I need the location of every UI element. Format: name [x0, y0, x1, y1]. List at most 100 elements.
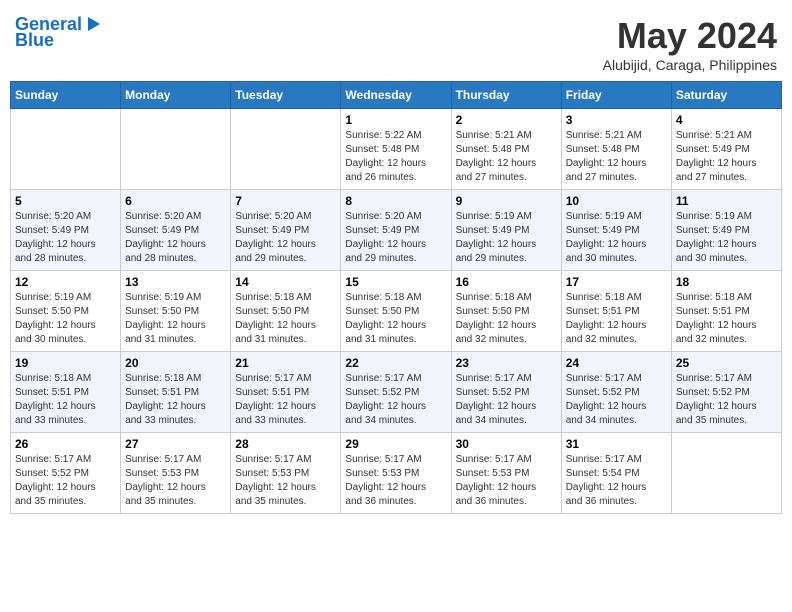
- day-number: 2: [456, 113, 557, 127]
- cell-info: Sunrise: 5:17 AMSunset: 5:52 PMDaylight:…: [566, 372, 667, 428]
- calendar-cell: 8 Sunrise: 5:20 AMSunset: 5:49 PMDaylight…: [341, 190, 451, 271]
- cell-info: Sunrise: 5:22 AMSunset: 5:48 PMDaylight:…: [345, 129, 446, 185]
- cell-info: Sunrise: 5:21 AMSunset: 5:48 PMDaylight:…: [566, 129, 667, 185]
- cell-inner: 12 Sunrise: 5:19 AMSunset: 5:50 PMDayligh…: [15, 275, 116, 347]
- cell-inner: 6 Sunrise: 5:20 AMSunset: 5:49 PMDaylight…: [125, 194, 226, 266]
- calendar-cell: 5Sunrise: 5:20 AMSunset: 5:49 PMDaylight…: [11, 190, 121, 271]
- title-block: May 2024 Alubijid, Caraga, Philippines: [603, 15, 777, 73]
- day-number: 15: [345, 275, 446, 289]
- day-header-saturday: Saturday: [671, 82, 781, 109]
- calendar-cell: 28 Sunrise: 5:17 AMSunset: 5:53 PMDayligh…: [231, 433, 341, 514]
- day-number: 27: [125, 437, 226, 451]
- day-number: 12: [15, 275, 116, 289]
- calendar-week-row: 12 Sunrise: 5:19 AMSunset: 5:50 PMDayligh…: [11, 271, 782, 352]
- cell-info: Sunrise: 5:19 AMSunset: 5:49 PMDaylight:…: [456, 210, 557, 266]
- cell-info: Sunrise: 5:18 AMSunset: 5:51 PMDaylight:…: [125, 372, 226, 428]
- calendar-cell: 7Sunrise: 5:20 AMSunset: 5:49 PMDaylight…: [231, 190, 341, 271]
- cell-inner: 24 Sunrise: 5:17 AMSunset: 5:52 PMDayligh…: [566, 356, 667, 428]
- cell-info: Sunrise: 5:19 AMSunset: 5:50 PMDaylight:…: [15, 291, 116, 347]
- calendar-cell: 29Sunrise: 5:17 AMSunset: 5:53 PMDayligh…: [341, 433, 451, 514]
- cell-info: Sunrise: 5:18 AMSunset: 5:50 PMDaylight:…: [345, 291, 446, 347]
- cell-inner: 2Sunrise: 5:21 AMSunset: 5:48 PMDaylight…: [456, 113, 557, 185]
- cell-info: Sunrise: 5:17 AMSunset: 5:52 PMDaylight:…: [456, 372, 557, 428]
- cell-info: Sunrise: 5:20 AMSunset: 5:49 PMDaylight:…: [345, 210, 446, 266]
- day-number: 6: [125, 194, 226, 208]
- day-number: 11: [676, 194, 777, 208]
- day-number: 25: [676, 356, 777, 370]
- day-number: 1: [345, 113, 446, 127]
- calendar-header-row: SundayMondayTuesdayWednesdayThursdayFrid…: [11, 82, 782, 109]
- cell-inner: 26Sunrise: 5:17 AMSunset: 5:52 PMDayligh…: [15, 437, 116, 509]
- day-number: 18: [676, 275, 777, 289]
- cell-info: Sunrise: 5:18 AMSunset: 5:51 PMDaylight:…: [15, 372, 116, 428]
- calendar-cell: [231, 109, 341, 190]
- cell-info: Sunrise: 5:17 AMSunset: 5:52 PMDaylight:…: [345, 372, 446, 428]
- cell-inner: 28 Sunrise: 5:17 AMSunset: 5:53 PMDayligh…: [235, 437, 336, 509]
- cell-info: Sunrise: 5:17 AMSunset: 5:52 PMDaylight:…: [676, 372, 777, 428]
- calendar-cell: 30 Sunrise: 5:17 AMSunset: 5:53 PMDayligh…: [451, 433, 561, 514]
- cell-info: Sunrise: 5:18 AMSunset: 5:50 PMDaylight:…: [235, 291, 336, 347]
- calendar-week-row: 5Sunrise: 5:20 AMSunset: 5:49 PMDaylight…: [11, 190, 782, 271]
- day-header-thursday: Thursday: [451, 82, 561, 109]
- day-header-monday: Monday: [121, 82, 231, 109]
- cell-info: Sunrise: 5:18 AMSunset: 5:50 PMDaylight:…: [456, 291, 557, 347]
- day-number: 22: [345, 356, 446, 370]
- calendar-cell: 23 Sunrise: 5:17 AMSunset: 5:52 PMDayligh…: [451, 352, 561, 433]
- day-number: 14: [235, 275, 336, 289]
- calendar-cell: 18 Sunrise: 5:18 AMSunset: 5:51 PMDayligh…: [671, 271, 781, 352]
- cell-inner: 30 Sunrise: 5:17 AMSunset: 5:53 PMDayligh…: [456, 437, 557, 509]
- cell-inner: 15 Sunrise: 5:18 AMSunset: 5:50 PMDayligh…: [345, 275, 446, 347]
- day-number: 26: [15, 437, 116, 451]
- cell-info: Sunrise: 5:19 AMSunset: 5:49 PMDaylight:…: [566, 210, 667, 266]
- calendar-cell: 2Sunrise: 5:21 AMSunset: 5:48 PMDaylight…: [451, 109, 561, 190]
- calendar-cell: 20 Sunrise: 5:18 AMSunset: 5:51 PMDayligh…: [121, 352, 231, 433]
- cell-inner: 8 Sunrise: 5:20 AMSunset: 5:49 PMDaylight…: [345, 194, 446, 266]
- day-number: 3: [566, 113, 667, 127]
- cell-inner: 7Sunrise: 5:20 AMSunset: 5:49 PMDaylight…: [235, 194, 336, 266]
- cell-inner: 13Sunrise: 5:19 AMSunset: 5:50 PMDayligh…: [125, 275, 226, 347]
- calendar-cell: 13Sunrise: 5:19 AMSunset: 5:50 PMDayligh…: [121, 271, 231, 352]
- logo-blue-text: Blue: [15, 31, 54, 51]
- day-number: 28: [235, 437, 336, 451]
- cell-info: Sunrise: 5:20 AMSunset: 5:49 PMDaylight:…: [125, 210, 226, 266]
- day-number: 8: [345, 194, 446, 208]
- cell-inner: 17 Sunrise: 5:18 AMSunset: 5:51 PMDayligh…: [566, 275, 667, 347]
- calendar-cell: 19Sunrise: 5:18 AMSunset: 5:51 PMDayligh…: [11, 352, 121, 433]
- cell-inner: 9Sunrise: 5:19 AMSunset: 5:49 PMDaylight…: [456, 194, 557, 266]
- calendar-cell: [671, 433, 781, 514]
- cell-info: Sunrise: 5:17 AMSunset: 5:53 PMDaylight:…: [456, 453, 557, 509]
- cell-info: Sunrise: 5:18 AMSunset: 5:51 PMDaylight:…: [566, 291, 667, 347]
- cell-inner: 10Sunrise: 5:19 AMSunset: 5:49 PMDayligh…: [566, 194, 667, 266]
- cell-info: Sunrise: 5:21 AMSunset: 5:49 PMDaylight:…: [676, 129, 777, 185]
- cell-inner: 27 Sunrise: 5:17 AMSunset: 5:53 PMDayligh…: [125, 437, 226, 509]
- cell-info: Sunrise: 5:18 AMSunset: 5:51 PMDaylight:…: [676, 291, 777, 347]
- calendar-cell: 17 Sunrise: 5:18 AMSunset: 5:51 PMDayligh…: [561, 271, 671, 352]
- calendar-week-row: 1 Sunrise: 5:22 AMSunset: 5:48 PMDaylight…: [11, 109, 782, 190]
- cell-inner: 21Sunrise: 5:17 AMSunset: 5:51 PMDayligh…: [235, 356, 336, 428]
- cell-inner: 5Sunrise: 5:20 AMSunset: 5:49 PMDaylight…: [15, 194, 116, 266]
- day-number: 20: [125, 356, 226, 370]
- day-number: 23: [456, 356, 557, 370]
- cell-info: Sunrise: 5:17 AMSunset: 5:53 PMDaylight:…: [125, 453, 226, 509]
- day-number: 17: [566, 275, 667, 289]
- calendar-cell: 21Sunrise: 5:17 AMSunset: 5:51 PMDayligh…: [231, 352, 341, 433]
- cell-info: Sunrise: 5:19 AMSunset: 5:50 PMDaylight:…: [125, 291, 226, 347]
- cell-info: Sunrise: 5:17 AMSunset: 5:51 PMDaylight:…: [235, 372, 336, 428]
- cell-inner: 1 Sunrise: 5:22 AMSunset: 5:48 PMDaylight…: [345, 113, 446, 185]
- day-number: 24: [566, 356, 667, 370]
- calendar-cell: 24 Sunrise: 5:17 AMSunset: 5:52 PMDayligh…: [561, 352, 671, 433]
- calendar-cell: 9Sunrise: 5:19 AMSunset: 5:49 PMDaylight…: [451, 190, 561, 271]
- calendar-cell: 16 Sunrise: 5:18 AMSunset: 5:50 PMDayligh…: [451, 271, 561, 352]
- cell-inner: 16 Sunrise: 5:18 AMSunset: 5:50 PMDayligh…: [456, 275, 557, 347]
- cell-info: Sunrise: 5:17 AMSunset: 5:53 PMDaylight:…: [235, 453, 336, 509]
- calendar-cell: 10Sunrise: 5:19 AMSunset: 5:49 PMDayligh…: [561, 190, 671, 271]
- day-number: 16: [456, 275, 557, 289]
- cell-info: Sunrise: 5:19 AMSunset: 5:49 PMDaylight:…: [676, 210, 777, 266]
- calendar-table: SundayMondayTuesdayWednesdayThursdayFrid…: [10, 81, 782, 514]
- calendar-cell: 4Sunrise: 5:21 AMSunset: 5:49 PMDaylight…: [671, 109, 781, 190]
- day-number: 29: [345, 437, 446, 451]
- calendar-cell: [11, 109, 121, 190]
- cell-inner: 22 Sunrise: 5:17 AMSunset: 5:52 PMDayligh…: [345, 356, 446, 428]
- day-number: 30: [456, 437, 557, 451]
- calendar-cell: 11 Sunrise: 5:19 AMSunset: 5:49 PMDayligh…: [671, 190, 781, 271]
